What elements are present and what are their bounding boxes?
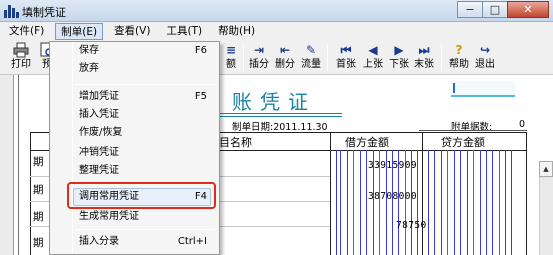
menu-item-generate-common-voucher[interactable]: 生成常用凭证 — [79, 208, 219, 226]
voucher-date: 制单日期:2011.11.30 — [232, 122, 328, 133]
row-label: 期 — [33, 211, 44, 223]
menu-tools[interactable]: 工具(T) — [161, 23, 207, 40]
help-button[interactable]: ? 帮助 — [446, 42, 472, 74]
menu-item-save[interactable]: 保存 F6 — [79, 42, 219, 60]
exit-icon: ↪ — [479, 43, 491, 57]
minimize-button[interactable]: − — [457, 1, 483, 18]
amount-grid-line — [340, 150, 341, 255]
menu-item-organize-voucher[interactable]: 整理凭证 — [79, 162, 219, 180]
attachment-count[interactable]: 0 — [519, 119, 525, 130]
row-label: 期 — [33, 156, 44, 168]
debit-amount[interactable]: 38708000 — [368, 191, 417, 202]
amount-grid-line — [360, 150, 361, 255]
exit-label: 退出 — [475, 59, 495, 70]
insert-entry-button[interactable]: ⇥ 插分 — [246, 42, 272, 74]
amount-grid-line — [505, 150, 506, 255]
prev-page-button[interactable]: ◀ 上张 — [360, 42, 386, 74]
menu-item-discard[interactable]: 放弃 — [79, 60, 219, 78]
amount-grid-line — [492, 150, 493, 255]
menu-item-void-restore[interactable]: 作废/恢复 — [79, 124, 219, 142]
amount-grid-line — [486, 150, 487, 255]
amount-grid-line — [467, 150, 468, 255]
delete-entry-button[interactable]: ⇤ 删分 — [272, 42, 298, 74]
row-label: 期 — [33, 237, 44, 249]
exit-button[interactable]: ↪ 退出 — [472, 42, 498, 74]
amount-grid-line — [447, 150, 448, 255]
prev-page-icon: ◀ — [368, 43, 378, 57]
app-icon — [4, 3, 19, 18]
first-page-icon: ⏮ — [340, 42, 352, 57]
maximize-button[interactable]: □ — [482, 1, 508, 18]
title-bar: 填制凭证 − □ ✕ — [0, 0, 553, 22]
amount-grid-line — [511, 150, 512, 255]
menu-item-insert-entry[interactable]: 插入分录 Ctrl+I — [79, 233, 219, 251]
balance-button[interactable]: ≡ 额 — [218, 42, 244, 74]
insert-entry-label: 插分 — [249, 59, 269, 70]
amount-grid-line — [499, 150, 500, 255]
amount-grid-line — [417, 150, 418, 255]
menu-view[interactable]: 查看(V) — [109, 23, 155, 40]
close-button[interactable]: ✕ — [507, 1, 549, 18]
amount-grid-line — [480, 150, 481, 255]
voucher-type-field[interactable] — [451, 81, 515, 97]
delete-entry-label: 删分 — [275, 59, 295, 70]
amount-grid-line — [473, 150, 474, 255]
print-button[interactable]: 打印 — [8, 42, 34, 74]
first-page-label: 首张 — [336, 59, 356, 70]
last-page-icon: ⏭ — [418, 42, 430, 57]
menu-voucher[interactable]: 制单(E) — [55, 23, 104, 40]
flow-icon: ✎ — [305, 43, 317, 57]
help-label: 帮助 — [449, 59, 469, 70]
scroll-up-arrow-icon[interactable]: ▲ — [539, 161, 553, 177]
callout-highlight-box — [67, 182, 216, 209]
flow-label: 流量 — [301, 59, 321, 70]
insert-entry-icon: ⇥ — [253, 43, 265, 57]
amount-grid-line — [460, 150, 461, 255]
first-page-button[interactable]: ⏮ 首张 — [333, 42, 359, 74]
menu-item-reverse-voucher[interactable]: 冲销凭证 — [79, 144, 219, 162]
window-title: 填制凭证 — [22, 6, 66, 19]
row-label: 期 — [33, 184, 44, 196]
print-label: 打印 — [11, 59, 31, 70]
menu-bar: 文件(F) 制单(E) 查看(V) 工具(T) 帮助(H) — [0, 22, 553, 41]
amount-grid-line — [366, 150, 367, 255]
next-page-icon: ▶ — [394, 43, 404, 57]
next-page-label: 下张 — [389, 59, 409, 70]
debit-amount[interactable]: 33915909 — [368, 160, 417, 171]
amount-grid-line — [434, 150, 435, 255]
help-icon: ? — [455, 43, 463, 57]
amount-grid-line — [428, 150, 429, 255]
balance-label: 额 — [226, 59, 236, 70]
menu-file[interactable]: 文件(F) — [4, 23, 49, 40]
menu-help[interactable]: 帮助(H) — [213, 23, 260, 40]
printer-icon — [13, 42, 29, 58]
balance-icon: ≡ — [225, 43, 237, 57]
last-page-button[interactable]: ⏭ 末张 — [411, 42, 437, 74]
subject-header: 目名称 — [219, 136, 252, 149]
next-page-button[interactable]: ▶ 下张 — [386, 42, 412, 74]
left-ruler — [0, 75, 14, 255]
voucher-title: 账凭证 — [232, 90, 316, 114]
amount-grid-line — [347, 150, 348, 255]
amount-grid-line — [336, 150, 337, 255]
delete-entry-icon: ⇤ — [279, 43, 291, 57]
last-page-label: 末张 — [414, 59, 434, 70]
amount-grid-line — [353, 150, 354, 255]
flow-button[interactable]: ✎ 流量 — [298, 42, 324, 74]
menu-item-add-voucher[interactable]: 增加凭证 F5 — [79, 88, 219, 106]
debit-amount[interactable]: 78750 — [396, 220, 427, 231]
credit-header: 贷方金额 — [441, 136, 485, 149]
amount-grid-line — [441, 150, 442, 255]
debit-header: 借方金额 — [345, 136, 389, 149]
prev-page-label: 上张 — [363, 59, 383, 70]
amount-grid-line — [454, 150, 455, 255]
menu-item-insert-voucher[interactable]: 插入凭证 — [79, 106, 219, 124]
